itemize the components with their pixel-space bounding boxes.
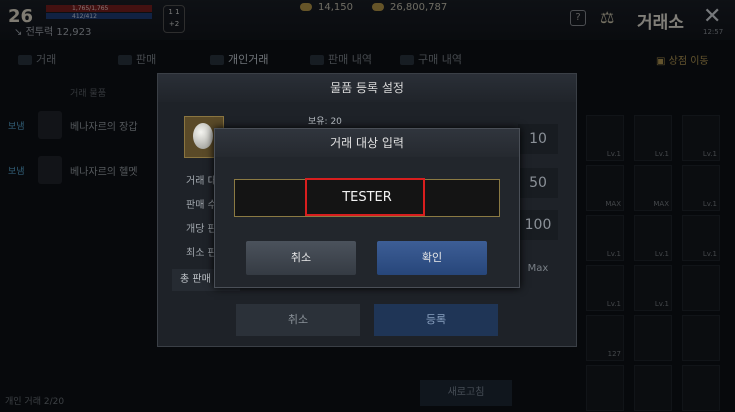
highlight-box	[305, 178, 425, 216]
trade-target-label: 거래 대	[186, 176, 217, 187]
quantity-preset-10[interactable]: 10	[518, 124, 558, 154]
holding-count: 보유: 20	[308, 117, 342, 127]
register-button[interactable]: 등록	[374, 304, 498, 336]
quantity-preset-100[interactable]: 100	[518, 210, 558, 240]
register-cancel-button[interactable]: 취소	[236, 304, 360, 336]
target-dialog-title: 거래 대상 입력	[215, 129, 519, 157]
cancel-button[interactable]: 취소	[246, 241, 356, 275]
target-dialog: 거래 대상 입력 TESTER 취소 확인	[214, 128, 520, 288]
target-input[interactable]: TESTER	[234, 178, 500, 217]
unit-price-label: 개당 판	[186, 224, 217, 235]
quantity-preset-50[interactable]: 50	[518, 168, 558, 198]
sell-quantity-label: 판매 수	[186, 200, 217, 211]
confirm-button[interactable]: 확인	[377, 241, 487, 275]
egg-icon	[193, 123, 213, 149]
min-price-label: 최소 판	[186, 248, 217, 259]
register-dialog-title: 물품 등록 설정	[158, 74, 576, 102]
quantity-max[interactable]: Max	[518, 254, 558, 284]
